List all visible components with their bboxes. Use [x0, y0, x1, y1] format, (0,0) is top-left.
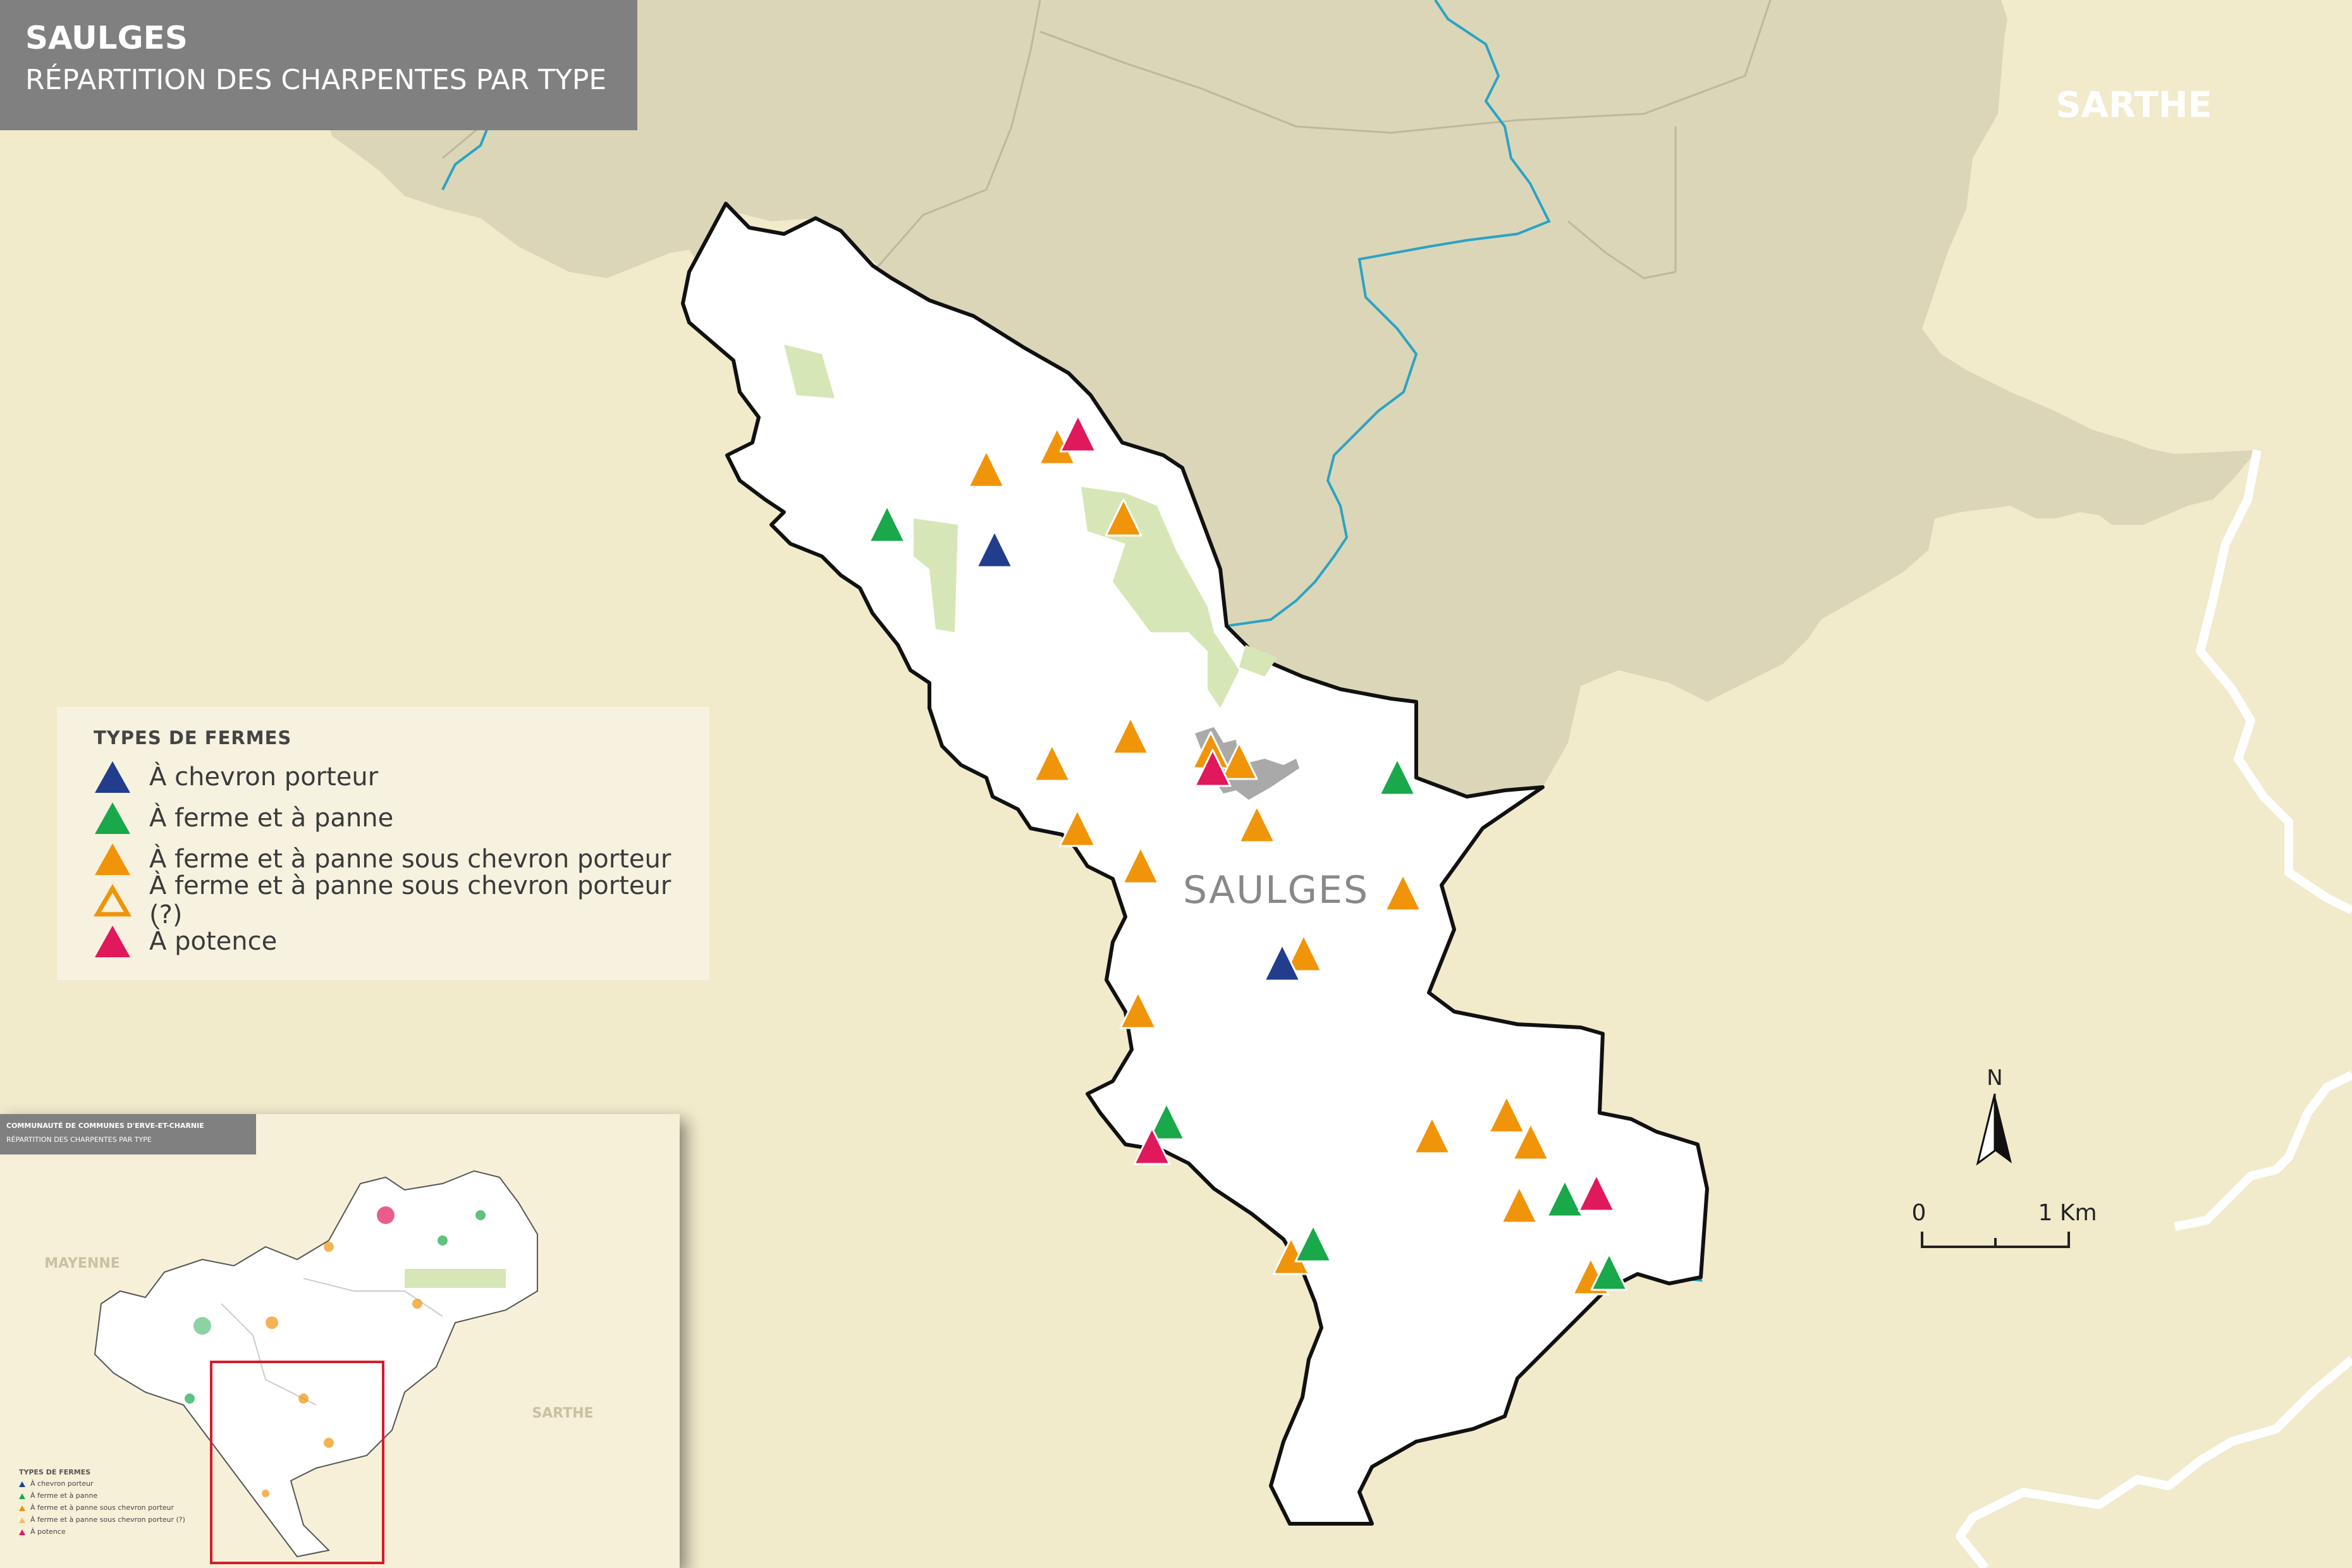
legend-item-label: À potence: [149, 926, 278, 956]
scale-label-zero: 0: [1912, 1200, 1926, 1226]
inset-header-subtitle: RÉPARTITION DES CHARPENTES PAR TYPE: [6, 1136, 152, 1144]
legend-item-label: À ferme et à panne: [149, 803, 394, 833]
legend-heading: TYPES DE FERMES: [94, 727, 292, 749]
inset-legend-label: À ferme et à panne: [30, 1491, 98, 1500]
north-label: N: [1987, 1065, 2002, 1091]
legend-item-label: À ferme et à panne sous chevron porteur: [149, 844, 671, 874]
inset-header-title: COMMUNAUTÉ DE COMMUNES D'ERVE-ET-CHARNIE: [6, 1122, 204, 1130]
legend-item-label: À chevron porteur: [149, 762, 379, 792]
triangle-magenta-icon: [19, 1529, 25, 1535]
legend-item-ferme-panne-sous-chevron-uncertain: À ferme et à panne sous chevron porteur …: [94, 871, 709, 929]
scale-label-one-km: 1 Km: [2038, 1200, 2097, 1226]
inset-legend-item: À ferme et à panne sous chevron porteur …: [19, 1514, 209, 1526]
inset-legend-label: À potence: [30, 1528, 66, 1536]
inset-legend-item: À ferme et à panne: [19, 1490, 209, 1502]
triangle-blue-icon: [95, 761, 130, 793]
inset-legend: TYPES DE FERMES À chevron porteur À ferm…: [19, 1468, 209, 1563]
north-arrow-icon: [1976, 1093, 2012, 1166]
inset-legend-heading: TYPES DE FERMES: [19, 1468, 91, 1476]
inset-legend-item: À potence: [19, 1526, 209, 1538]
map-label-saulges: SAULGES: [1183, 868, 1369, 912]
scale-bar: [1921, 1232, 2070, 1248]
triangle-blue-icon: [19, 1481, 25, 1487]
inset-label-sarthe: SARTHE: [532, 1406, 593, 1421]
inset-legend-label: À ferme et à panne sous chevron porteur: [30, 1504, 174, 1512]
triangle-orange-icon: [95, 843, 130, 875]
inset-legend-item: À chevron porteur: [19, 1478, 209, 1490]
map-label-sarthe: SARTHE: [2055, 85, 2212, 126]
triangle-green-icon: [19, 1493, 25, 1499]
inset-legend-item: À ferme et à panne sous chevron porteur: [19, 1502, 209, 1514]
department-border: [1956, 449, 2352, 1568]
triangle-orange-outline-icon: [94, 883, 132, 916]
legend-item-label: À ferme et à panne sous chevron porteur …: [149, 871, 671, 929]
legend-item-chevron-porteur: À chevron porteur: [94, 756, 709, 797]
north-arrow-and-scale: N 0 1 Km: [1912, 1065, 2097, 1248]
map-title-box: SAULGES RÉPARTITION DES CHARPENTES PAR T…: [0, 0, 637, 130]
map-title: SAULGES: [25, 20, 188, 56]
triangle-orange-outline-icon: [19, 1517, 25, 1523]
legend-item-ferme-panne: À ferme et à panne: [94, 797, 709, 838]
inset-label-mayenne: MAYENNE: [44, 1256, 120, 1271]
triangle-magenta-icon: [95, 925, 130, 957]
triangle-orange-icon: [19, 1505, 25, 1511]
inset-legend-label: À chevron porteur: [30, 1479, 94, 1488]
map-subtitle: RÉPARTITION DES CHARPENTES PAR TYPE: [25, 64, 607, 96]
inset-header: COMMUNAUTÉ DE COMMUNES D'ERVE-ET-CHARNIE…: [0, 1114, 256, 1155]
map-legend: TYPES DE FERMES À chevron porteur À ferm…: [57, 707, 709, 980]
inset-legend-label: À ferme et à panne sous chevron porteur …: [30, 1516, 185, 1524]
triangle-green-icon: [95, 802, 130, 834]
inset-overview-map: MAYENNE SARTHE COMMUNAUTÉ DE COMMUNES D'…: [0, 1114, 680, 1568]
